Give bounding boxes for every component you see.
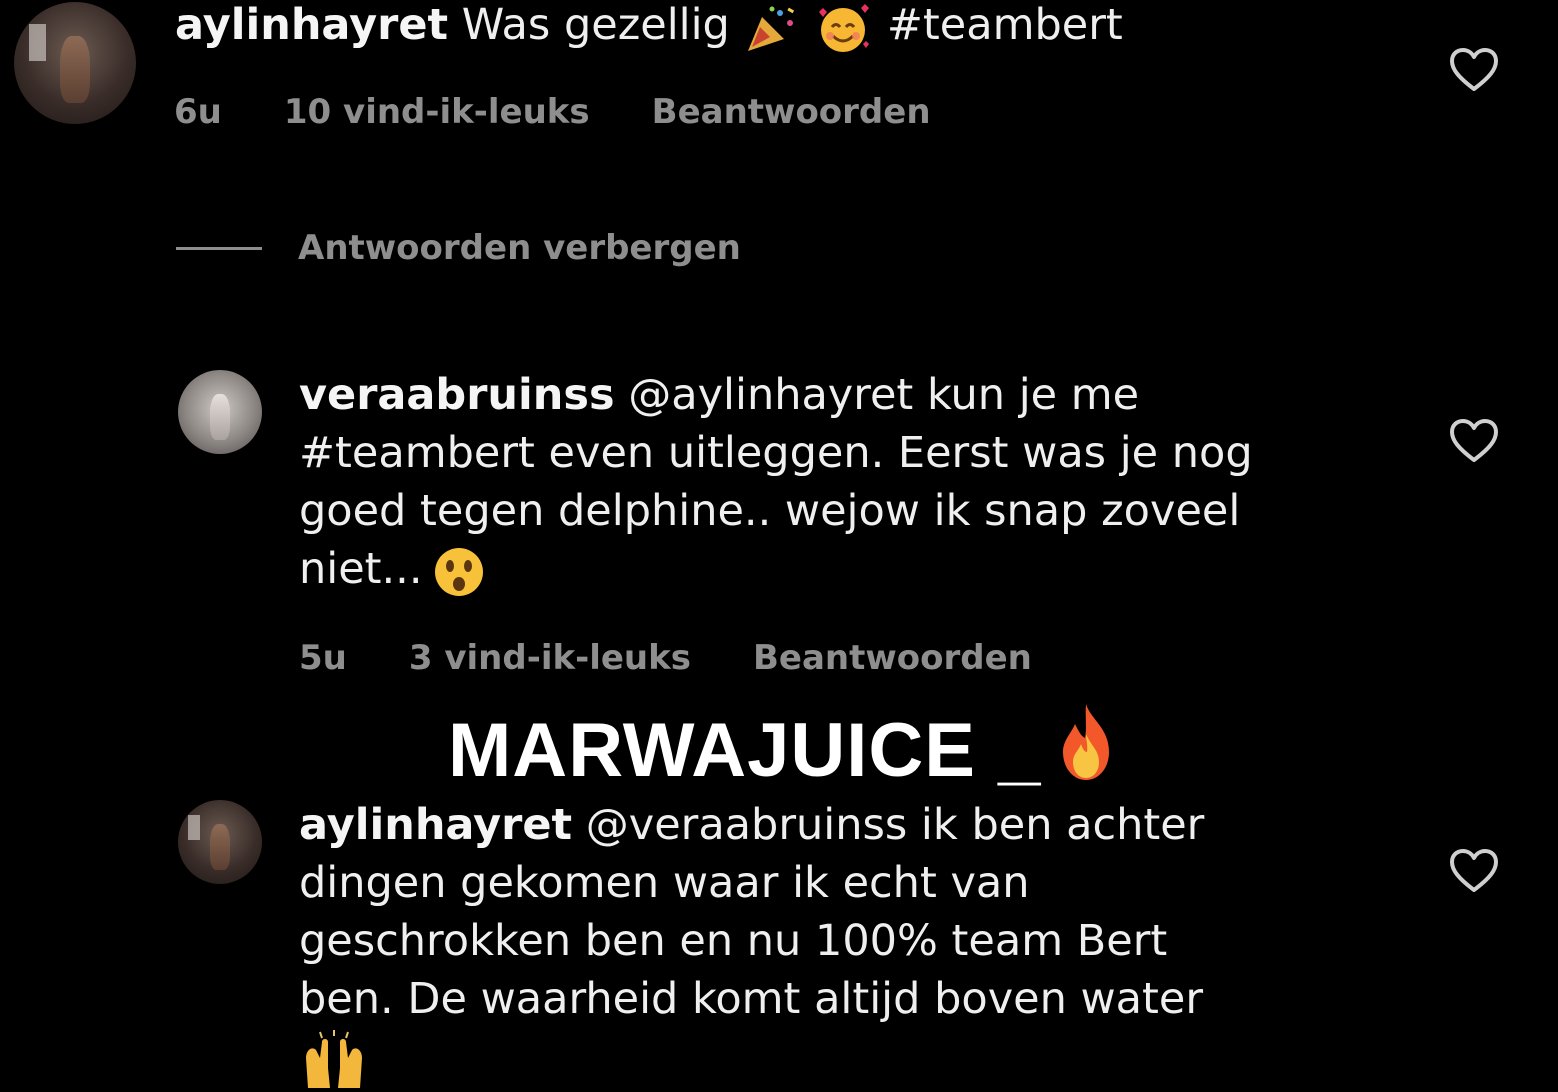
- like-heart-icon[interactable]: [1448, 418, 1500, 464]
- reply-line-2: #teambert even uitleggen. Eerst was je n…: [299, 428, 1253, 478]
- like-heart-icon[interactable]: [1448, 47, 1500, 93]
- reply-line-1: @aylinhayret kun je me: [628, 370, 1140, 420]
- reply-line-4: niet...: [299, 544, 423, 594]
- hide-replies-label: Antwoorden verbergen: [298, 228, 741, 268]
- reply-button[interactable]: Beantwoorden: [652, 92, 931, 132]
- reply-likes[interactable]: 3 vind-ik-leuks: [409, 638, 691, 678]
- reply-line-3: geschrokken ben en nu 100% team Bert: [299, 916, 1168, 966]
- reply-line-1: @veraabruinss ik ben achter: [585, 800, 1205, 850]
- smiling-face-with-hearts-icon: [813, 0, 873, 56]
- comment-top: aylinhayret Was gezellig #teambert: [175, 0, 1123, 56]
- like-heart-icon[interactable]: [1448, 848, 1500, 894]
- avatar-veraabruinss[interactable]: [178, 370, 262, 454]
- reply-aylinhayret: aylinhayret @veraabruinss ik ben achter …: [299, 796, 1419, 1028]
- fire-icon: [1047, 700, 1125, 784]
- reply-button[interactable]: Beantwoorden: [753, 638, 1032, 678]
- comment-time: 6u: [174, 92, 222, 132]
- watermark-text: MARWAJUICE _: [448, 708, 1042, 793]
- reply-line-4: ben. De waarheid komt altijd boven water: [299, 974, 1204, 1024]
- reply-line-2: dingen gekomen waar ik echt van: [299, 858, 1030, 908]
- avatar-aylinhayret[interactable]: [178, 800, 262, 884]
- raising-hands-icon: [300, 1028, 368, 1088]
- comment-username[interactable]: aylinhayret: [175, 0, 448, 50]
- comment-hashtag[interactable]: #teambert: [887, 0, 1123, 50]
- reply-username[interactable]: aylinhayret: [299, 800, 572, 850]
- avatar-aylinhayret[interactable]: [14, 2, 136, 124]
- comment-meta: 6u 10 vind-ik-leuks Beantwoorden: [174, 92, 993, 132]
- comment-body: Was gezellig: [461, 0, 730, 50]
- reply-time: 5u: [299, 638, 347, 678]
- reply-line-3: goed tegen delphine.. wejow ik snap zove…: [299, 486, 1241, 536]
- watermark: MARWAJUICE _: [448, 700, 1125, 794]
- comment-likes[interactable]: 10 vind-ik-leuks: [284, 92, 590, 132]
- astonished-face-icon: [429, 544, 489, 600]
- reply-veraabruinss: veraabruinss @aylinhayret kun je me #tea…: [299, 366, 1419, 600]
- reply-username[interactable]: veraabruinss: [299, 370, 615, 420]
- party-popper-icon: [744, 3, 800, 53]
- hide-replies-toggle[interactable]: Antwoorden verbergen: [176, 228, 741, 268]
- reply-meta: 5u 3 vind-ik-leuks Beantwoorden: [299, 638, 1094, 678]
- hide-replies-divider: [176, 246, 262, 250]
